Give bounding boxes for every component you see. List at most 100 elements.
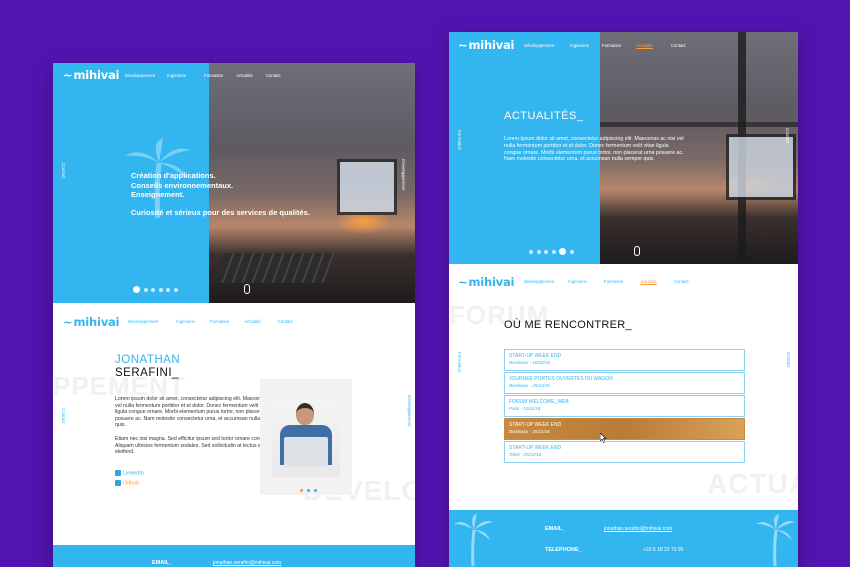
main-nav: Développement Ingénierie Formation Actua… [524, 43, 686, 48]
meet-nav: Développement Ingénierie Formation Actua… [524, 279, 689, 284]
portrait-photo [272, 397, 340, 477]
nav-item-contact[interactable]: Contact [671, 43, 686, 48]
logo-mark-icon: ~ [63, 315, 73, 329]
portrait-dot[interactable] [307, 489, 310, 492]
carousel-dot[interactable] [151, 287, 155, 292]
bg-word-bottom: ACTUA [707, 468, 798, 499]
nav-item-formation[interactable]: Formation [210, 319, 229, 324]
hero-tagline: Curiosité et sérieux pour des services d… [131, 207, 310, 217]
nav-item-dev[interactable]: Développement [125, 73, 155, 78]
nav-item-contact[interactable]: Contact [278, 319, 293, 324]
nav-item-ingenierie[interactable]: Ingénierie [167, 73, 186, 78]
hero-side-dev[interactable]: Développement [401, 159, 406, 191]
carousel-dot[interactable] [536, 249, 541, 254]
logo-mark-icon: ~ [63, 68, 73, 82]
about-nav: Développement Ingénierie Formation Actua… [128, 319, 293, 324]
event-item[interactable]: FORUM WELCOME_WEB Paris - 10/11/18 [504, 395, 745, 417]
news-mockup: ~mihivai Développement Ingénierie Format… [449, 32, 798, 567]
linkedin-link[interactable]: LinkedIn [115, 470, 144, 476]
carousel-dot[interactable] [559, 248, 566, 255]
nav-item-actualite[interactable]: Actualité [640, 279, 656, 284]
event-list: START-UP WEEK END Bordeaux - 16/02/18 JO… [504, 349, 745, 464]
hero-carousel-dots [133, 286, 178, 293]
logo-mark-icon: ~ [458, 38, 468, 52]
carousel-dot[interactable] [529, 249, 533, 254]
carousel-dot[interactable] [551, 249, 556, 254]
nav-item-ingenierie[interactable]: Ingénierie [570, 43, 589, 48]
footer-email-value[interactable]: jonathan.serafini@mihivai.com [213, 560, 281, 566]
hero-text: Lorem ipsum dolor sit amet, consectetur … [504, 136, 684, 163]
logo[interactable]: ~mihivai [458, 38, 514, 52]
scroll-mouse-icon[interactable] [244, 284, 250, 294]
event-item[interactable]: JOURNÉE PORTES OUVERTES DU WAGON Bordeau… [504, 372, 745, 394]
event-title: START-UP WEEK END [509, 422, 562, 428]
carousel-dot[interactable] [544, 249, 548, 254]
nav-item-ingenierie[interactable]: Ingénierie [568, 279, 587, 284]
logo-text: mihivai [468, 275, 515, 289]
nav-item-dev[interactable]: Développement [524, 43, 554, 48]
nav-item-contact[interactable]: Contact [266, 73, 281, 78]
event-item[interactable]: START-UP WEEK END Bordeaux - 16/02/18 [504, 349, 745, 371]
footer-band [449, 510, 798, 567]
event-place-date: Bordeaux - 16/02/18 [509, 360, 550, 365]
nav-item-contact[interactable]: Contact [674, 279, 689, 284]
logo-meet[interactable]: ~mihivai [458, 275, 514, 289]
event-title: START-UP WEEK END [509, 445, 562, 451]
scroll-mouse-icon[interactable] [634, 246, 640, 256]
event-title: START-UP WEEK END [509, 353, 562, 359]
event-item-hovered[interactable]: START-UP WEEK END Bordeaux - 25/11/18 [504, 418, 745, 443]
carousel-dot[interactable] [569, 249, 574, 254]
event-place-date: Bordeaux - 25/11/18 [509, 429, 550, 434]
carousel-dot[interactable] [173, 287, 178, 292]
hero-title: ACTUALITÉS_ [504, 110, 584, 122]
footer-phone-value[interactable]: +33 6 18 23 73 95 [643, 547, 683, 553]
palm-right-icon [756, 514, 795, 566]
nav-item-ingenierie[interactable]: Ingénierie [176, 319, 195, 324]
footer-email-label: EMAIL_ [545, 526, 566, 532]
event-place-date: Tahiti - 25/12/18 [509, 452, 542, 457]
about-side-dev[interactable]: Développement [407, 395, 412, 427]
logo-text: mihivai [73, 68, 120, 82]
logo[interactable]: ~mihivai [63, 68, 119, 82]
keyboard-shape [213, 253, 335, 283]
hero-line-2: Conseils environnementaux. [131, 180, 234, 190]
person-head [296, 403, 314, 425]
hero-text: Création d'applications. Conseils enviro… [131, 171, 310, 217]
carousel-dot[interactable] [166, 287, 170, 292]
nav-item-dev[interactable]: Développement [524, 279, 554, 284]
carousel-dot[interactable] [133, 286, 140, 293]
laptop-shape [284, 437, 328, 467]
hero-side-formation[interactable]: Formation [457, 130, 462, 150]
github-link[interactable]: Github [115, 480, 139, 486]
meet-side-formation[interactable]: Formation [457, 352, 462, 372]
event-title: FORUM WELCOME_WEB [509, 399, 569, 405]
nav-item-dev[interactable]: Développement [128, 319, 158, 324]
github-icon [115, 480, 121, 486]
logo-about[interactable]: ~mihivai [63, 315, 119, 329]
nav-item-actualite[interactable]: Actualité [636, 43, 652, 48]
footer-email-label: EMAIL_ [152, 560, 173, 566]
meet-side-contact[interactable]: Contact [786, 352, 791, 368]
event-item[interactable]: START-UP WEEK END Tahiti - 25/12/18 [504, 441, 745, 463]
hero-carousel-dots [529, 248, 574, 255]
carousel-dot[interactable] [143, 287, 148, 292]
about-paragraph-1: Lorem ipsum dolor sit amet, consectetur … [115, 396, 283, 429]
meet-title: OÙ ME RENCONTRER_ [504, 319, 632, 331]
logo-text: mihivai [468, 38, 515, 52]
main-nav: Développement Ingénierie Formation Actua… [125, 73, 281, 78]
nav-item-formation[interactable]: Formation [602, 43, 621, 48]
hero-side-contact[interactable]: Contact [785, 128, 790, 144]
homepage-mockup: ~mihivai Développement Ingénierie Format… [53, 63, 415, 567]
nav-item-formation[interactable]: Formation [204, 73, 223, 78]
nav-item-actualite[interactable]: Actualité [244, 319, 260, 324]
about-side-contact[interactable]: Contact [61, 408, 66, 424]
footer-email-value[interactable]: jonathan.serafini@mihivai.com [604, 526, 672, 532]
portrait-dot[interactable] [300, 489, 303, 492]
hero-side-contact[interactable]: Contact [61, 163, 66, 179]
carousel-dot[interactable] [158, 287, 163, 292]
about-first-name: JONATHAN [115, 354, 181, 366]
nav-item-actualite[interactable]: Actualité [236, 73, 252, 78]
portrait-card [260, 379, 352, 495]
portrait-dot[interactable] [314, 489, 317, 492]
nav-item-formation[interactable]: Formation [604, 279, 623, 284]
